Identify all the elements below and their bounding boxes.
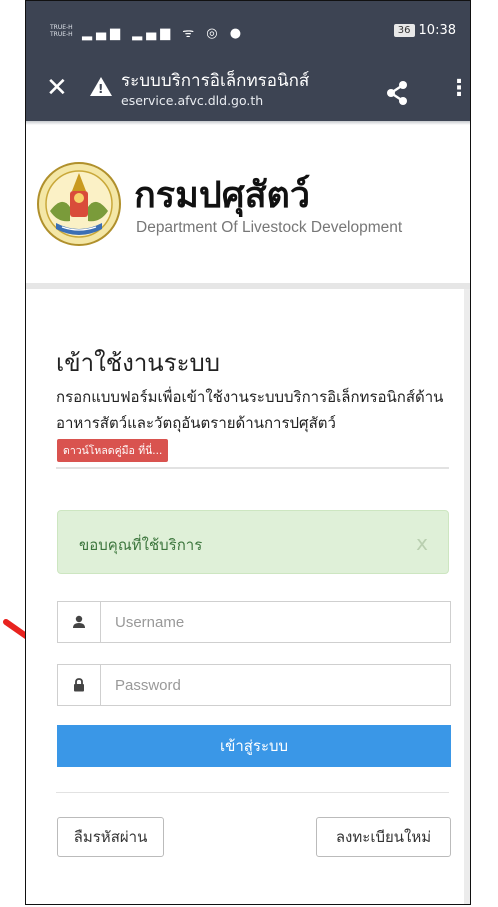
login-title: เข้าใช้งานระบบ: [56, 349, 220, 377]
signal-wifi-icons: ▂▄▆ ▂▄▆ ᯤ ◎ ●: [82, 23, 245, 41]
password-input[interactable]: [101, 665, 460, 705]
warning-icon[interactable]: !: [90, 77, 112, 96]
alert-message: ขอบคุณที่ใช้บริการ: [79, 536, 203, 554]
divider: [56, 467, 449, 469]
wifi-icon: ᯤ: [182, 26, 199, 41]
toolbar-shadow: [26, 121, 470, 125]
instagram-icon: ◎: [206, 26, 222, 41]
more-vert-icon[interactable]: ⋮: [448, 77, 470, 101]
status-right: 36 10:38: [393, 23, 456, 38]
brand-name-english: Department Of Livestock Development: [136, 219, 403, 236]
share-icon[interactable]: [386, 81, 408, 105]
lock-icon: [58, 665, 101, 705]
chat-icon: ●: [229, 26, 246, 41]
scrollbar-track[interactable]: [464, 289, 470, 904]
username-input[interactable]: [101, 602, 460, 642]
url-label[interactable]: eservice.afvc.dld.go.th: [121, 93, 263, 108]
status-bar: TRUE-H TRUE-H ▂▄▆ ▂▄▆ ᯤ ◎ ● 36 10:38: [26, 1, 470, 63]
register-button[interactable]: ลงทะเบียนใหม่: [316, 817, 451, 857]
divider: [56, 792, 449, 793]
user-icon: [58, 602, 101, 642]
clock: 10:38: [418, 23, 456, 38]
department-seal-logo: [37, 162, 121, 246]
login-button[interactable]: เข้าสู่ระบบ: [57, 725, 451, 767]
carrier-label: TRUE-H TRUE-H: [50, 24, 73, 38]
signal-icon: ▂▄▆: [82, 26, 124, 41]
page-title: ระบบบริการอิเล็กทรอนิกส์: [121, 71, 310, 91]
close-icon[interactable]: ✕: [46, 73, 68, 103]
battery-icon: 36: [393, 24, 415, 37]
section-divider: [26, 283, 470, 289]
username-field: [57, 601, 460, 643]
brand-name-thai: กรมปศุสัตว์: [134, 175, 311, 216]
alert-close-icon[interactable]: x: [416, 531, 428, 555]
browser-toolbar: ✕ ! ระบบบริการอิเล็กทรอนิกส์ eservice.af…: [26, 63, 470, 121]
password-field: [57, 664, 460, 706]
success-alert: ขอบคุณที่ใช้บริการ x: [57, 510, 449, 574]
forgot-password-button[interactable]: ลืมรหัสผ่าน: [57, 817, 164, 857]
login-description: กรอกแบบฟอร์มเพื่อเข้าใช้งานระบบบริการอิเ…: [56, 388, 444, 432]
download-manual-button[interactable]: ดาวน์โหลดคู่มือ ที่นี่...: [57, 439, 169, 462]
signal-icon: ▂▄▆: [132, 26, 175, 41]
phone-screen: TRUE-H TRUE-H ▂▄▆ ▂▄▆ ᯤ ◎ ● 36 10:38 ✕ !…: [25, 0, 471, 905]
